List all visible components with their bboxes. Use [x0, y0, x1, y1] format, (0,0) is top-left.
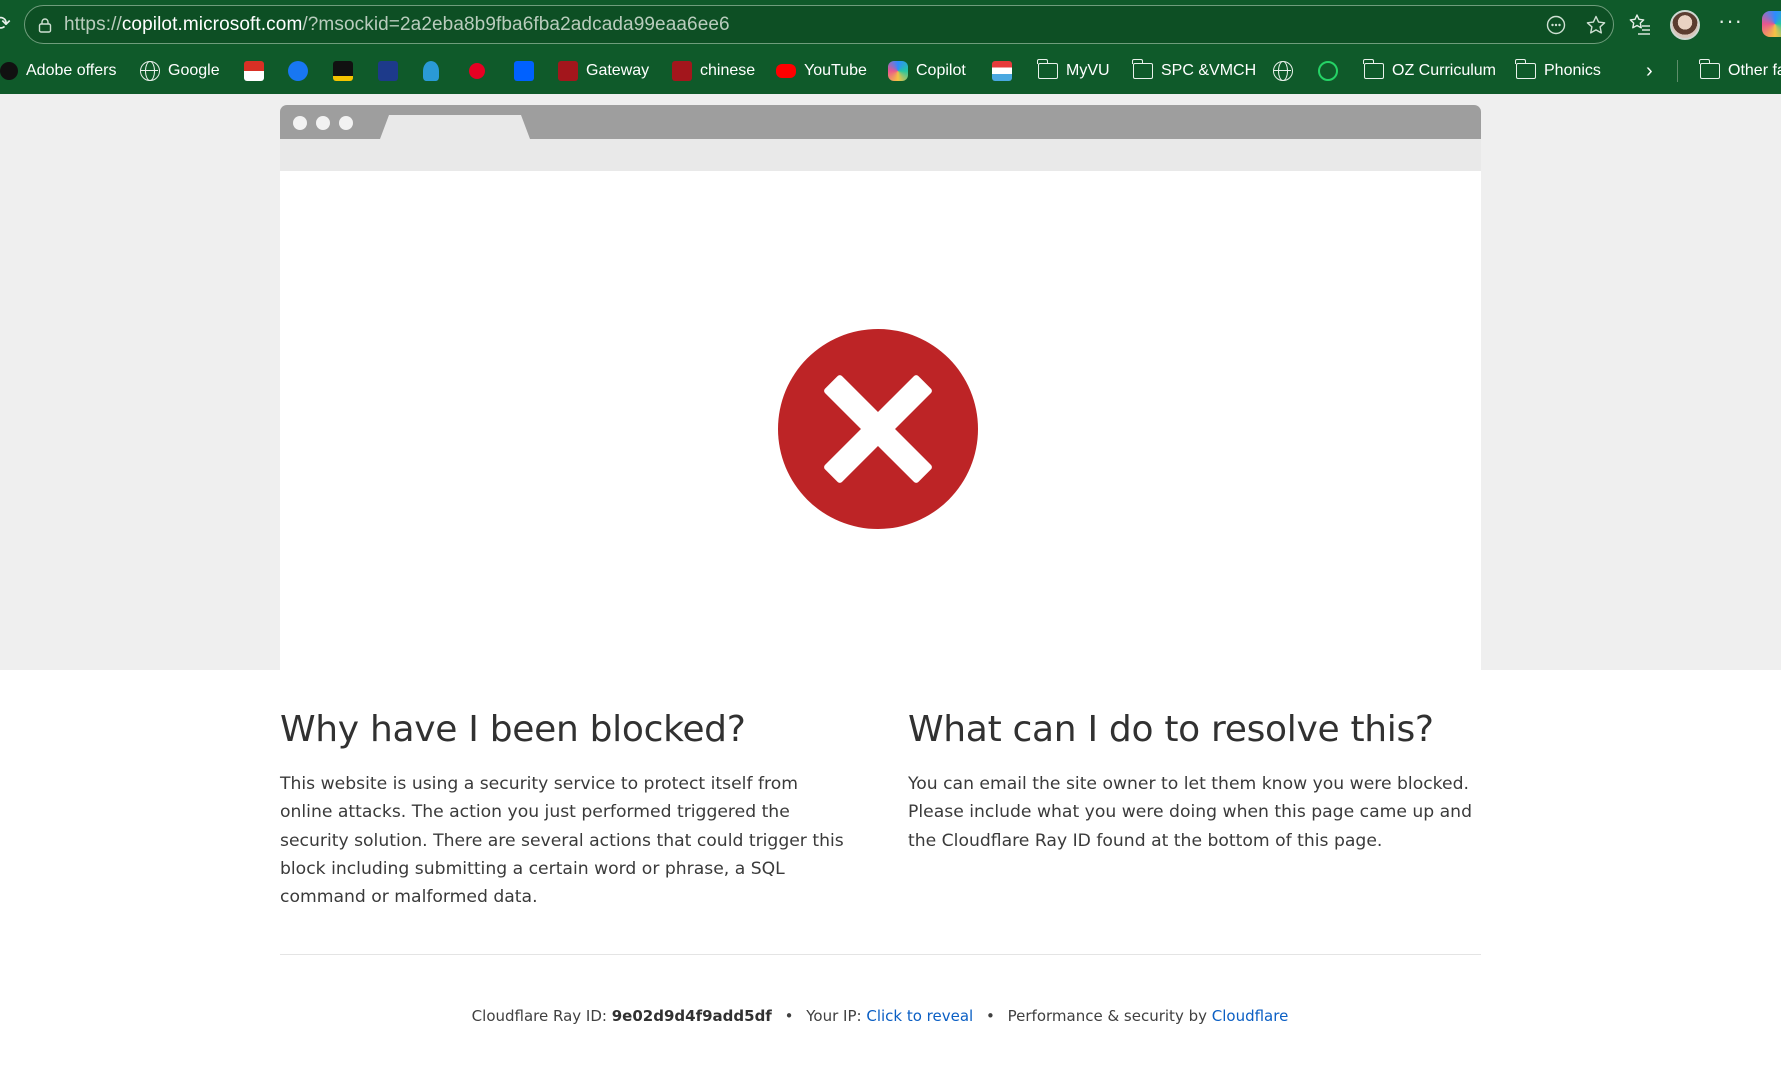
hp-icon: [0, 62, 18, 80]
bookmark-a-logo[interactable]: [333, 48, 353, 94]
browser-toolbar: ⟳ https://copilot.microsoft.com/?msockid…: [0, 0, 1781, 94]
bookmarks-overflow-chevron-icon[interactable]: ›: [1646, 48, 1653, 94]
bookmark-folder-myvu[interactable]: MyVU: [1037, 48, 1110, 94]
bookmark-label: Copilot: [916, 62, 966, 79]
ray-id-label: Cloudflare Ray ID:: [471, 1007, 607, 1025]
bookmark-label: YouTube: [804, 62, 867, 79]
why-blocked-section: Why have I been blocked? This website is…: [280, 706, 850, 911]
bookmark-label: Gateway: [586, 62, 650, 79]
profile-avatar[interactable]: [1670, 10, 1700, 40]
error-x-icon: [778, 329, 978, 529]
bookmark-gmail-100[interactable]: [244, 48, 264, 94]
reload-icon[interactable]: ⟳: [0, 13, 14, 35]
url-prefix: https://: [64, 14, 122, 35]
whatsapp-icon: [1318, 61, 1338, 81]
bookmarks-divider: [1677, 60, 1678, 82]
lock-icon[interactable]: [37, 17, 53, 33]
folder-icon: [1037, 59, 1058, 79]
bookmark-flag[interactable]: [992, 48, 1012, 94]
url-text[interactable]: https://copilot.microsoft.com/?msockid=2…: [64, 14, 730, 36]
bookmark-dropbox[interactable]: [514, 48, 534, 94]
copilot-sidebar-icon[interactable]: [1762, 11, 1781, 37]
bookmark-label: Phonics: [1544, 62, 1601, 79]
facebook-icon: [288, 61, 308, 81]
bookmark-folder-oz-curriculum[interactable]: OZ Curriculum: [1363, 48, 1497, 94]
url-path: /?msockid=2a2eba8b9fba6fba2adcada99eaa6e…: [302, 14, 730, 35]
bookmark-label: SPC &VMCH: [1161, 62, 1257, 79]
bookmark-folder-other-favorites[interactable]: Other fa: [1699, 48, 1781, 94]
address-bar[interactable]: https://copilot.microsoft.com/?msockid=2…: [24, 5, 1614, 44]
page-actions-icon[interactable]: [1545, 14, 1567, 36]
favorites-icon[interactable]: [1628, 12, 1652, 36]
why-blocked-text: This website is using a security service…: [280, 774, 844, 908]
reveal-ip-link[interactable]: Click to reveal: [866, 1007, 973, 1025]
resolve-text: You can email the site owner to let them…: [908, 774, 1472, 851]
bookmark-label: OZ Curriculum: [1392, 62, 1497, 79]
folder-icon: [1515, 59, 1536, 79]
ray-id-value: 9e02d9d4f9add5df: [611, 1007, 772, 1025]
footer-divider: [280, 954, 1481, 955]
bookmark-label: Other fa: [1728, 62, 1781, 79]
url-host: copilot.microsoft.com: [121, 14, 303, 35]
bookmark-blue[interactable]: [378, 48, 398, 94]
bookmark-tree[interactable]: [423, 48, 439, 94]
illustration-body: [280, 171, 1481, 671]
more-menu-icon[interactable]: ···: [1718, 8, 1743, 34]
footer-bullet: •: [784, 1007, 794, 1025]
bookmark-pinterest[interactable]: [469, 48, 485, 94]
why-blocked-heading: Why have I been blocked?: [280, 709, 746, 750]
folder-icon: [1132, 59, 1153, 79]
copilot-icon: [888, 61, 908, 81]
resolve-section: What can I do to resolve this? You can e…: [908, 706, 1478, 855]
globe-icon: [1273, 61, 1293, 81]
bookmark-label: Adobe offers: [26, 62, 117, 79]
window-dot: [339, 116, 353, 130]
footer: Cloudflare Ray ID: 9e02d9d4f9add5df • Yo…: [0, 1007, 1760, 1025]
cloudflare-link[interactable]: Cloudflare: [1212, 1007, 1289, 1025]
window-dot: [316, 116, 330, 130]
chinese-icon: [672, 61, 692, 81]
a-logo-icon: [333, 61, 353, 81]
browser-illustration: [280, 105, 1481, 671]
pinterest-icon: [469, 63, 485, 79]
bookmark-facebook[interactable]: [288, 48, 308, 94]
bookmark-label: chinese: [700, 62, 756, 79]
illustration-toolbar: [280, 139, 1481, 171]
address-row: ⟳ https://copilot.microsoft.com/?msockid…: [0, 0, 1781, 48]
ip-label: Your IP:: [806, 1007, 862, 1025]
folder-icon: [1699, 59, 1720, 79]
bookmark-blue-icon: [378, 61, 398, 81]
youtube-icon: [776, 64, 796, 78]
gateway-icon: [558, 61, 578, 81]
bookmark-folder-spc-vmch[interactable]: SPC &VMCH: [1132, 48, 1257, 94]
illustration-title-bar: [280, 105, 1481, 139]
resolve-heading: What can I do to resolve this?: [908, 709, 1434, 750]
bookmark-adobe-offers[interactable]: Adobe offers: [0, 48, 116, 94]
bookmark-chinese[interactable]: chinese: [672, 48, 755, 94]
bookmark-globe[interactable]: [1273, 48, 1293, 94]
tree-icon: [423, 61, 439, 81]
performance-label: Performance & security by: [1007, 1007, 1207, 1025]
footer-bullet: •: [986, 1007, 995, 1025]
window-dot: [293, 116, 307, 130]
bookmark-folder-phonics[interactable]: Phonics: [1515, 48, 1601, 94]
dropbox-icon: [514, 61, 534, 81]
bookmark-google[interactable]: Google: [140, 48, 220, 94]
gmail-100-icon: [244, 61, 264, 81]
star-icon[interactable]: [1585, 14, 1607, 36]
globe-icon: [140, 61, 160, 81]
folder-icon: [1363, 59, 1384, 79]
bookmark-label: MyVU: [1066, 62, 1110, 79]
bookmark-label: Google: [168, 62, 220, 79]
bookmarks-bar: Adobe offers Google Gateway chinese YouT…: [0, 48, 1781, 94]
bookmark-whatsapp[interactable]: [1318, 48, 1338, 94]
flag-icon: [992, 61, 1012, 81]
bookmark-youtube[interactable]: YouTube: [776, 48, 867, 94]
illustration-tab: [380, 115, 530, 139]
bookmark-copilot[interactable]: Copilot: [888, 48, 966, 94]
bookmark-gateway[interactable]: Gateway: [558, 48, 649, 94]
